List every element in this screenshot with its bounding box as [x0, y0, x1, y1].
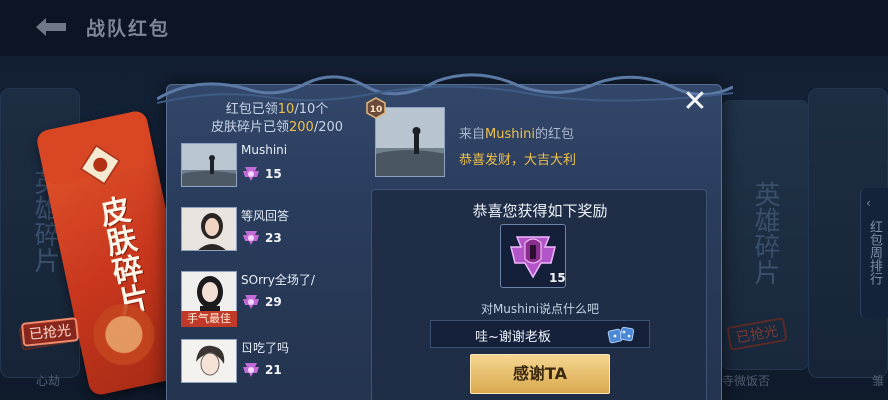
claim-stats: 红包已领10/10个 皮肤碎片已领200/200 — [197, 101, 357, 137]
sender-from: 来自Mushini的红包 — [459, 123, 574, 142]
best-luck-tag: 手气最佳 — [181, 311, 237, 327]
skin-fragment-icon — [243, 295, 259, 309]
background-label: 心劫 — [36, 374, 61, 388]
back-arrow-icon — [36, 18, 66, 36]
fragment-count: 15 — [265, 167, 282, 181]
background-label: 雏 — [872, 374, 885, 388]
claimer-name: Mushini — [241, 143, 288, 157]
avatar[interactable] — [181, 207, 237, 251]
page-title: 战队红包 — [86, 18, 171, 40]
reward-panel: 恭喜您获得如下奖励 15 对Mushini说点什么吧 哇~谢谢老板 感谢TA — [371, 189, 707, 400]
claimer-name: SOrry全场了/ — [241, 273, 315, 287]
rank-badge-icon: 10 — [366, 97, 386, 119]
skin-fragment-icon — [243, 231, 259, 245]
reward-title: 恭喜您获得如下奖励 — [472, 202, 608, 220]
chevron-left-icon: ‹ — [866, 196, 871, 210]
sender-blessing: 恭喜发财，大吉大利 — [459, 153, 577, 168]
envelope-claimed-line: 红包已领10/10个 — [197, 101, 357, 119]
sender-from-suffix: 的红包 — [534, 127, 574, 142]
claim-row: ㄖ吃了吗 21 — [181, 339, 361, 399]
envelope-claimed-prefix: 红包已领 — [225, 102, 278, 117]
fragment-count: 21 — [265, 363, 282, 377]
skin-fragment-icon — [243, 363, 259, 377]
reward-item[interactable]: 15 — [500, 224, 566, 288]
close-icon: ✕ — [682, 84, 708, 119]
back-button[interactable] — [28, 14, 72, 40]
claim-row: 手气最佳 SOrry全场了/ 29 — [181, 271, 361, 331]
background-card-text: 英雄碎片 — [750, 181, 780, 285]
red-envelope-dialog: ✕ 红包已领10/10个 皮肤碎片已领200/200 Mushini 15 等风… — [157, 73, 733, 400]
thanks-button[interactable]: 感谢TA — [470, 354, 610, 394]
claim-row: 等风回答 23 — [181, 207, 361, 267]
message-text: 哇~谢谢老板 — [475, 330, 551, 345]
skin-fragment-icon — [243, 167, 259, 181]
reward-quantity: 15 — [549, 271, 566, 285]
dice-icon[interactable] — [607, 325, 637, 345]
message-input[interactable]: 哇~谢谢老板 — [430, 320, 650, 348]
fragment-count: 23 — [265, 231, 282, 245]
claimer-name: 等风回答 — [241, 209, 290, 223]
weekly-ranking-label: 红包周排行 — [867, 220, 882, 285]
envelope-total: /10个 — [294, 102, 329, 117]
envelope-claimed-count: 10 — [277, 102, 295, 117]
sender-from-prefix: 来自 — [459, 127, 486, 142]
rank-badge-level: 10 — [370, 105, 383, 115]
say-something-label: 对Mushini说点什么吧 — [480, 302, 600, 316]
background-label: 寺微饭否 — [722, 374, 771, 388]
sender-name: Mushini — [485, 127, 535, 142]
avatar[interactable] — [181, 339, 237, 383]
fragment-count: 29 — [265, 295, 282, 309]
claimer-name: ㄖ吃了吗 — [241, 341, 290, 355]
avatar[interactable] — [181, 271, 237, 315]
weekly-ranking-tab[interactable]: 红包周排行 — [860, 188, 888, 318]
skin-claimed-prefix: 皮肤碎片已领 — [210, 120, 289, 135]
skin-claimed-count: 200 — [288, 120, 314, 135]
claim-row: Mushini 15 — [181, 143, 361, 203]
close-button[interactable]: ✕ — [677, 85, 713, 121]
skin-total: /200 — [313, 120, 344, 135]
skin-claimed-line: 皮肤碎片已领200/200 — [197, 119, 357, 137]
claim-list[interactable]: Mushini 15 等风回答 23 手气最佳 SOrry全场了/ 29 ㄖ吃了… — [181, 143, 361, 400]
avatar[interactable] — [181, 143, 237, 187]
